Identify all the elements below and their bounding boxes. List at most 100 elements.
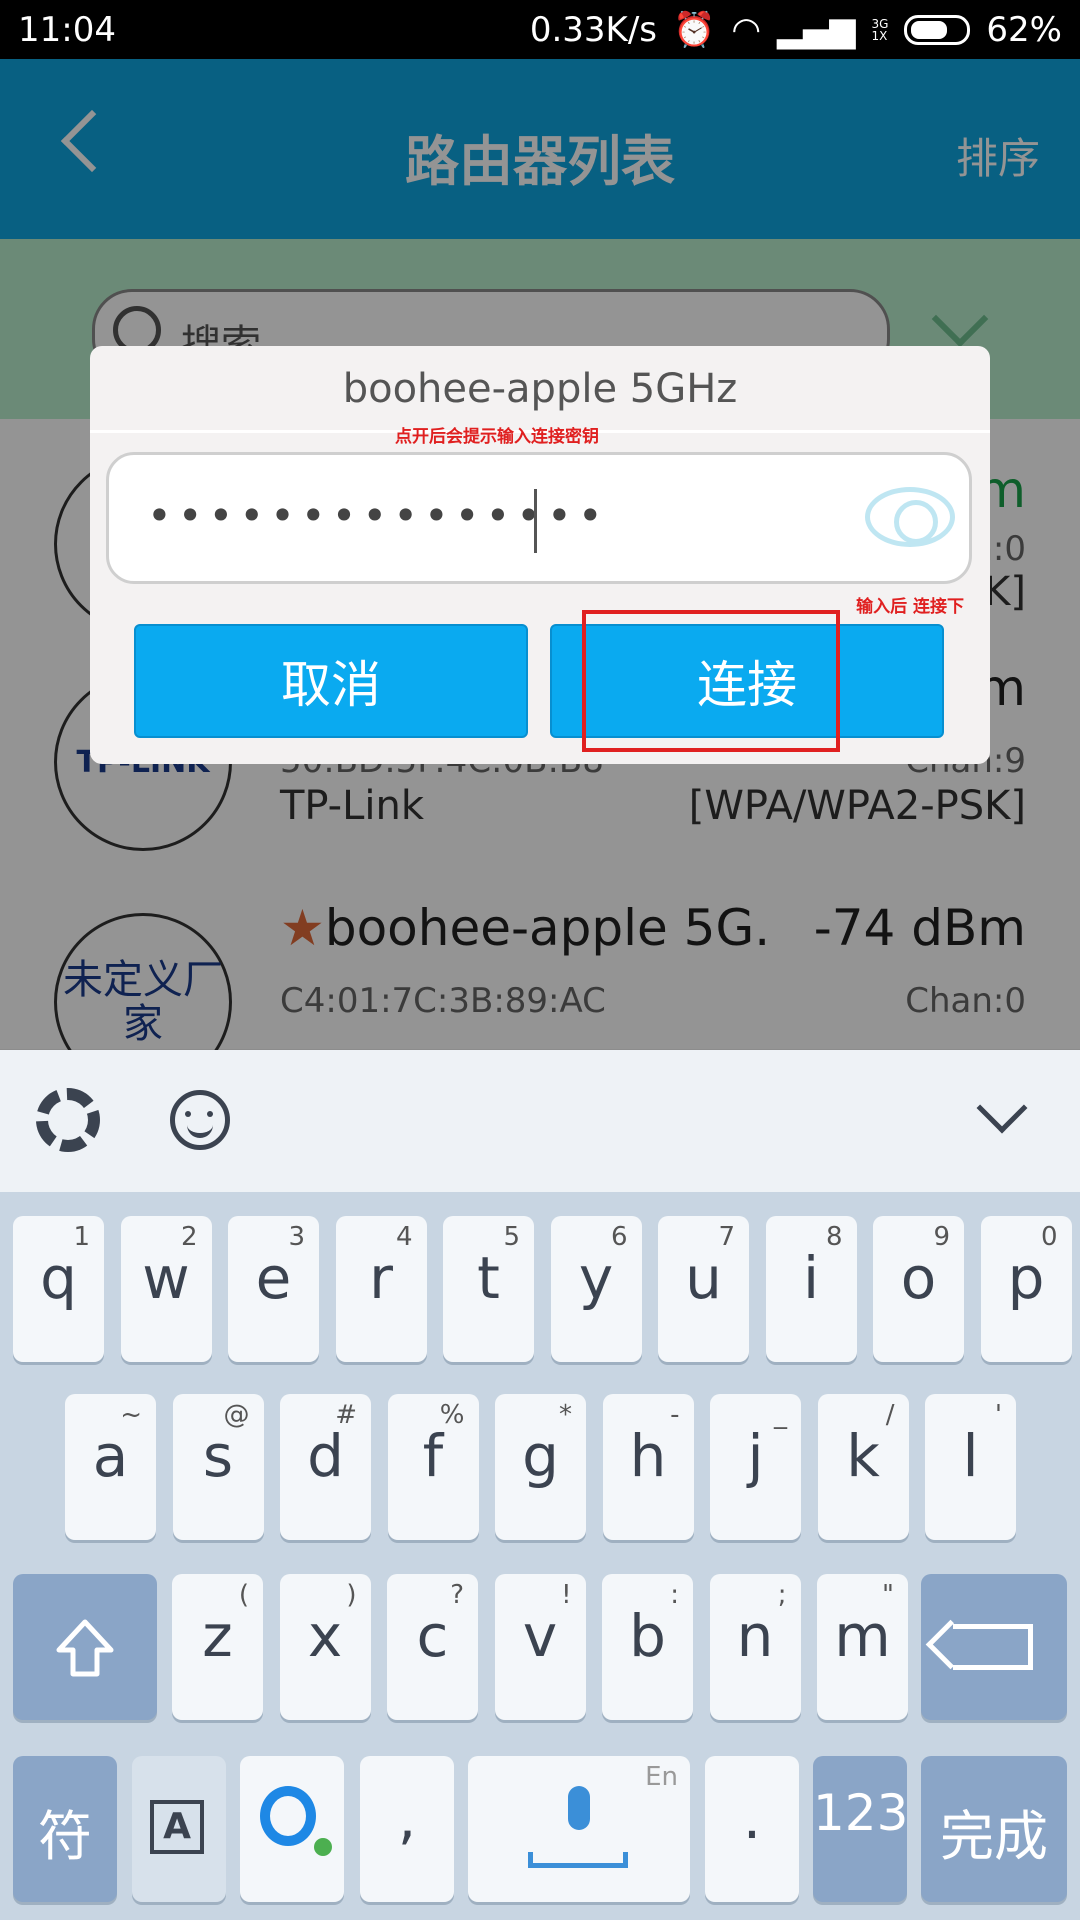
- status-bar: 11:04 0.33K/s ⏰ ◠ ▂▄▆ 3G 1X 62%: [0, 0, 1080, 59]
- key-j[interactable]: _ j: [710, 1394, 801, 1540]
- annotation-highlight-box: [582, 610, 840, 752]
- comma-key[interactable]: ,: [360, 1756, 454, 1902]
- key-label: v: [522, 1602, 558, 1670]
- key-label: .: [742, 1784, 762, 1852]
- gear-icon[interactable]: [36, 1088, 100, 1152]
- input-switch-key[interactable]: A: [132, 1756, 226, 1902]
- key-v[interactable]: ! v: [494, 1574, 586, 1720]
- password-input[interactable]: •••••••••••••••: [106, 452, 972, 584]
- key-label: g: [522, 1422, 559, 1490]
- key-m[interactable]: " m: [817, 1574, 908, 1720]
- key-r[interactable]: 4r: [335, 1216, 427, 1362]
- annotation-right: 输入后 连接下: [856, 597, 964, 617]
- backspace-icon: [953, 1624, 1033, 1670]
- status-dot-icon: [314, 1838, 332, 1856]
- key-l[interactable]: ' l: [925, 1394, 1016, 1540]
- ime-logo-key[interactable]: [240, 1756, 344, 1902]
- numbers-key[interactable]: 123: [813, 1756, 909, 1902]
- symbols-key[interactable]: 符: [13, 1756, 117, 1902]
- key-label: c: [416, 1602, 449, 1670]
- backspace-key[interactable]: [921, 1574, 1067, 1720]
- status-time: 11:04: [18, 10, 116, 50]
- key-f[interactable]: % f: [387, 1394, 479, 1540]
- key-label: y: [578, 1244, 614, 1312]
- key-y[interactable]: 6y: [550, 1216, 642, 1362]
- key-label: m: [834, 1602, 891, 1670]
- network-type: 3G 1X: [871, 18, 888, 42]
- key-label: j: [747, 1422, 764, 1490]
- signal-icon: ▂▄▆: [777, 10, 856, 50]
- key-label: l: [962, 1422, 979, 1490]
- key-label: f: [422, 1422, 444, 1490]
- key-k[interactable]: / k: [817, 1394, 909, 1540]
- shift-icon: [55, 1618, 115, 1678]
- key-label: u: [685, 1244, 722, 1312]
- language-hint: En: [645, 1762, 678, 1792]
- key-label: a: [92, 1422, 129, 1490]
- key-label: z: [202, 1602, 233, 1670]
- key-label: x: [307, 1602, 343, 1670]
- key-label: r: [369, 1244, 393, 1312]
- key-d[interactable]: # d: [280, 1394, 371, 1540]
- key-label: d: [307, 1422, 344, 1490]
- text-caret: [534, 489, 537, 553]
- done-key[interactable]: 完成: [921, 1756, 1067, 1902]
- space-icon: [528, 1852, 628, 1868]
- key-o[interactable]: 9o: [873, 1216, 964, 1362]
- key-label: i: [802, 1244, 820, 1312]
- eye-icon[interactable]: [865, 487, 955, 547]
- key-label: q: [40, 1244, 77, 1312]
- key-n[interactable]: ; n: [709, 1574, 801, 1720]
- key-label: h: [629, 1422, 667, 1490]
- key-label: t: [477, 1244, 500, 1312]
- key-label: n: [736, 1602, 774, 1670]
- cancel-button[interactable]: 取消: [134, 624, 528, 738]
- key-label: p: [1007, 1244, 1045, 1312]
- battery-icon: [904, 15, 971, 45]
- microphone-icon: [568, 1786, 590, 1830]
- key-label: s: [202, 1422, 234, 1490]
- key-z[interactable]: (z: [172, 1574, 263, 1720]
- network-speed: 0.33K/s: [529, 10, 658, 50]
- key-t[interactable]: 5t: [443, 1216, 534, 1362]
- key-label: k: [846, 1422, 880, 1490]
- key-u[interactable]: 7u: [658, 1216, 749, 1362]
- key-h[interactable]: -h: [602, 1394, 694, 1540]
- key-label: w: [142, 1244, 190, 1312]
- key-w[interactable]: 2w: [120, 1216, 212, 1362]
- annotation-top: 点开后会提示输入连接密钥: [395, 427, 599, 447]
- key-label: ,: [397, 1784, 417, 1852]
- key-label: b: [629, 1602, 666, 1670]
- keyboard-switch-icon: A: [150, 1800, 204, 1854]
- key-x[interactable]: ) x: [279, 1574, 371, 1720]
- key-label: 完成: [940, 1805, 1048, 1868]
- key-label: 符: [38, 1805, 92, 1868]
- key-a[interactable]: ~ a: [65, 1394, 156, 1540]
- key-e[interactable]: 3e: [228, 1216, 319, 1362]
- key-b[interactable]: :b: [602, 1574, 693, 1720]
- battery-percent: 62%: [986, 10, 1062, 50]
- period-key[interactable]: .: [705, 1756, 799, 1902]
- key-i[interactable]: 8i: [765, 1216, 857, 1362]
- key-p[interactable]: 0p: [980, 1216, 1072, 1362]
- space-key[interactable]: En: [468, 1756, 690, 1902]
- dialog-title: boohee-apple 5GHz: [342, 366, 738, 412]
- key-label: e: [255, 1244, 292, 1312]
- password-dialog: boohee-apple 5GHz 点开后会提示输入连接密钥 •••••••••…: [90, 346, 990, 764]
- key-g[interactable]: * g: [495, 1394, 586, 1540]
- emoji-icon[interactable]: [170, 1090, 230, 1150]
- key-s[interactable]: @ s: [172, 1394, 264, 1540]
- hide-keyboard-icon[interactable]: [976, 1082, 1028, 1134]
- keyboard: 1 q 2 w 3 e 4 r 5 t 6 y 7 u 8 i 9 o 0 p ~ a @ s # d% f * g - h _ j / k ' l (z…: [0, 1192, 1080, 1920]
- key-c[interactable]: ? c: [387, 1574, 478, 1720]
- network-type-bottom: 1X: [871, 29, 888, 43]
- wifi-icon: ◠: [731, 10, 762, 50]
- password-value: •••••••••••••••: [147, 491, 609, 540]
- key-label: o: [900, 1244, 937, 1312]
- alarm-icon: ⏰: [673, 10, 716, 50]
- qq-input-logo-icon: [260, 1786, 316, 1846]
- key-q[interactable]: 1q: [13, 1216, 104, 1362]
- keyboard-toolbar: [0, 1050, 1080, 1192]
- key-label: 123: [813, 1784, 909, 1842]
- shift-key[interactable]: [13, 1574, 157, 1720]
